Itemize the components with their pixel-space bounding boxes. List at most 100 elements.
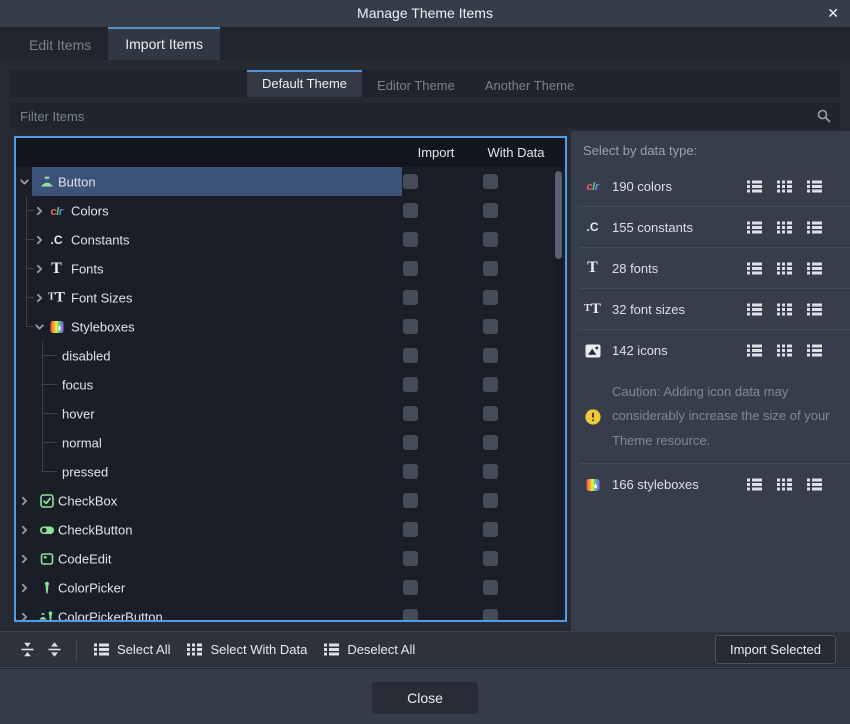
close-button[interactable]: Close xyxy=(372,682,478,714)
import-checkbox[interactable] xyxy=(403,435,418,450)
data-type-actions xyxy=(746,219,823,236)
with-data-checkbox[interactable] xyxy=(483,406,498,421)
with-data-checkbox[interactable] xyxy=(483,609,498,620)
with-data-checkbox[interactable] xyxy=(483,290,498,305)
expand-all-button[interactable] xyxy=(41,637,68,662)
tree-row[interactable]: CodeEdit xyxy=(16,544,565,573)
chevron-right-icon[interactable] xyxy=(34,292,45,303)
tree-row[interactable]: CheckButton xyxy=(16,515,565,544)
deselect-all-button[interactable] xyxy=(806,476,823,493)
tree-row[interactable]: ColorPicker xyxy=(16,573,565,602)
deselect-all-button[interactable] xyxy=(806,178,823,195)
tab-edit-items[interactable]: Edit Items xyxy=(12,27,108,60)
with-data-checkbox[interactable] xyxy=(483,232,498,247)
with-data-checkbox[interactable] xyxy=(483,464,498,479)
tree-scrollbar[interactable] xyxy=(554,169,563,618)
chevron-down-icon[interactable] xyxy=(19,176,30,187)
import-checkbox[interactable] xyxy=(403,232,418,247)
tree-guide-line xyxy=(26,312,27,327)
chevron-down-icon[interactable] xyxy=(34,321,45,332)
select-with-data-button[interactable] xyxy=(776,260,793,277)
data-type-actions xyxy=(746,342,823,359)
import-checkbox[interactable] xyxy=(403,406,418,421)
import-checkbox[interactable] xyxy=(403,203,418,218)
with-data-checkbox[interactable] xyxy=(483,348,498,363)
tree-row[interactable]: disabled xyxy=(16,341,565,370)
tab-another-theme[interactable]: Another Theme xyxy=(470,70,589,97)
tree-row[interactable]: clrColors xyxy=(16,196,565,225)
tree-item-label: CheckBox xyxy=(58,493,117,508)
select-all-button[interactable] xyxy=(746,301,763,318)
select-all-button[interactable] xyxy=(746,342,763,359)
select-with-data-button[interactable] xyxy=(776,342,793,359)
tree-row[interactable]: TFonts xyxy=(16,254,565,283)
tree-row[interactable]: TTFont Sizes xyxy=(16,283,565,312)
tab-editor-theme[interactable]: Editor Theme xyxy=(362,70,470,97)
tab-import-items[interactable]: Import Items xyxy=(108,27,220,60)
import-checkbox[interactable] xyxy=(403,290,418,305)
title-bar: Manage Theme Items ✕ xyxy=(0,0,850,27)
select-all-button[interactable] xyxy=(746,178,763,195)
select-with-data-button[interactable] xyxy=(776,178,793,195)
tab-default-theme[interactable]: Default Theme xyxy=(247,70,362,97)
import-checkbox[interactable] xyxy=(403,464,418,479)
with-data-checkbox[interactable] xyxy=(483,435,498,450)
import-checkbox[interactable] xyxy=(403,580,418,595)
with-data-checkbox[interactable] xyxy=(483,493,498,508)
select-with-data-button[interactable] xyxy=(776,301,793,318)
deselect-all-button[interactable] xyxy=(806,301,823,318)
with-data-checkbox[interactable] xyxy=(483,377,498,392)
with-data-checkbox[interactable] xyxy=(483,580,498,595)
collapse-all-button[interactable] xyxy=(14,637,41,662)
select-with-data-button[interactable]: Select With Data xyxy=(178,637,315,662)
tree-row[interactable]: Button xyxy=(16,167,565,196)
deselect-all-button[interactable] xyxy=(806,260,823,277)
close-icon[interactable]: ✕ xyxy=(827,0,839,26)
deselect-all-button[interactable] xyxy=(806,342,823,359)
tree-row[interactable]: Styleboxes xyxy=(16,312,565,341)
select-all-button[interactable] xyxy=(746,260,763,277)
import-checkbox[interactable] xyxy=(403,493,418,508)
chevron-right-icon[interactable] xyxy=(34,263,45,274)
with-data-checkbox[interactable] xyxy=(483,319,498,334)
tree-row[interactable]: normal xyxy=(16,428,565,457)
select-all-button[interactable] xyxy=(746,476,763,493)
tree-row[interactable]: focus xyxy=(16,370,565,399)
select-with-data-button[interactable] xyxy=(776,476,793,493)
with-data-checkbox[interactable] xyxy=(483,174,498,189)
chevron-right-icon[interactable] xyxy=(19,524,30,535)
chevron-right-icon[interactable] xyxy=(34,234,45,245)
with-data-checkbox[interactable] xyxy=(483,261,498,276)
deselect-all-button[interactable] xyxy=(806,219,823,236)
deselect-all-button[interactable]: Deselect All xyxy=(315,637,423,662)
import-items-tree[interactable]: Import With Data ButtonclrColors.CConsta… xyxy=(14,136,567,622)
codeedit-icon xyxy=(37,551,56,567)
import-checkbox[interactable] xyxy=(403,377,418,392)
with-data-checkbox[interactable] xyxy=(483,522,498,537)
chevron-right-icon[interactable] xyxy=(19,611,30,620)
with-data-checkbox[interactable] xyxy=(483,203,498,218)
with-data-checkbox[interactable] xyxy=(483,551,498,566)
select-all-button[interactable]: Select All xyxy=(85,637,178,662)
import-checkbox[interactable] xyxy=(403,174,418,189)
tree-row[interactable]: pressed xyxy=(16,457,565,486)
import-checkbox[interactable] xyxy=(403,348,418,363)
chevron-right-icon[interactable] xyxy=(19,553,30,564)
chevron-right-icon[interactable] xyxy=(34,205,45,216)
import-checkbox[interactable] xyxy=(403,522,418,537)
import-checkbox[interactable] xyxy=(403,261,418,276)
tree-row[interactable]: hover xyxy=(16,399,565,428)
chevron-right-icon[interactable] xyxy=(19,495,30,506)
filter-input[interactable] xyxy=(10,103,840,129)
import-checkbox[interactable] xyxy=(403,551,418,566)
tree-row[interactable]: ColorPickerButton xyxy=(16,602,565,620)
select-all-button[interactable] xyxy=(746,219,763,236)
tree-scrollbar-thumb[interactable] xyxy=(555,171,562,259)
select-with-data-button[interactable] xyxy=(776,219,793,236)
tree-row[interactable]: .CConstants xyxy=(16,225,565,254)
tree-row[interactable]: CheckBox xyxy=(16,486,565,515)
import-selected-button[interactable]: Import Selected xyxy=(715,635,836,664)
import-checkbox[interactable] xyxy=(403,609,418,620)
chevron-right-icon[interactable] xyxy=(19,582,30,593)
import-checkbox[interactable] xyxy=(403,319,418,334)
